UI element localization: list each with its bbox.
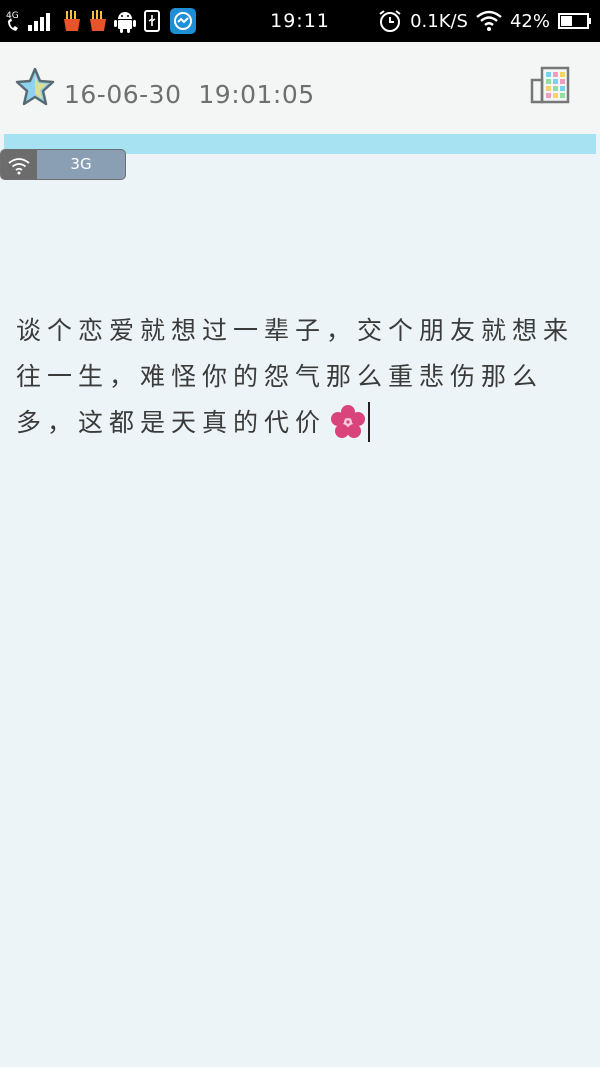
wifi-icon <box>476 10 502 32</box>
network-type-label: 4G <box>6 11 19 21</box>
usb-icon <box>142 9 164 33</box>
net-speed: 0.1K/S <box>410 10 468 32</box>
android-icon <box>114 9 136 33</box>
status-left-icons: 4G <box>6 0 196 42</box>
network-badge[interactable]: 3G <box>0 149 126 180</box>
note-time: 19:01:05 <box>198 80 315 109</box>
app-sync-icon <box>170 8 196 34</box>
fries-icon <box>88 9 108 33</box>
star-icon[interactable] <box>14 66 56 112</box>
battery-percent: 42% <box>509 10 550 32</box>
skin-grid-icon[interactable] <box>528 66 572 110</box>
text-cursor <box>368 402 371 442</box>
flower-icon <box>330 404 366 455</box>
status-right-icons: 0.1K/S 42% <box>378 0 592 42</box>
note-header: 16-06-30 19:01:05 <box>0 42 600 134</box>
note-timestamp: 16-06-30 19:01:05 <box>64 80 315 109</box>
network-badge-label: 3G <box>70 155 92 173</box>
status-bar: 4G 19:11 0.1K/S 42% <box>0 0 600 42</box>
note-text: 谈个恋爱就想过一辈子，交个朋友就想来往一生，难怪你的怨气那么重悲伤那么多，这都是… <box>16 316 575 437</box>
call-signal-icon: 4G <box>6 9 56 33</box>
note-body[interactable]: 谈个恋爱就想过一辈子，交个朋友就想来往一生，难怪你的怨气那么重悲伤那么多，这都是… <box>16 308 588 455</box>
fries-icon <box>62 9 82 33</box>
battery-icon <box>558 12 592 30</box>
note-date: 16-06-30 <box>64 80 182 109</box>
alarm-icon <box>378 9 402 33</box>
wifi-small-icon <box>1 150 37 179</box>
